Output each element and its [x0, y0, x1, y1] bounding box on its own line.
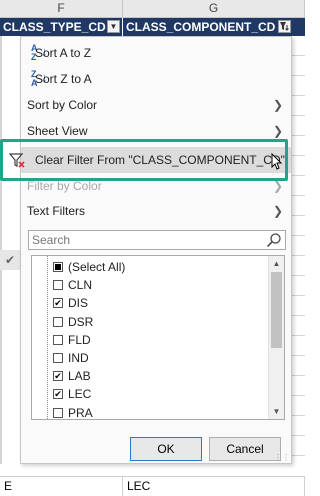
- list-item-label: IND: [68, 351, 89, 365]
- list-item-label: PRA: [68, 405, 93, 420]
- list-item-label: DSR: [68, 314, 94, 329]
- grid-column-right: [290, 36, 305, 464]
- ok-button[interactable]: OK: [130, 437, 202, 461]
- chevron-right-icon: ❯: [272, 98, 283, 112]
- scrollbar-thumb[interactable]: [271, 272, 282, 348]
- header-cell-class-component-cd[interactable]: CLASS_COMPONENT_CD: [123, 18, 305, 36]
- scroll-down-arrow-icon[interactable]: ▼: [269, 404, 284, 419]
- list-item[interactable]: LEC: [32, 385, 268, 403]
- filter-search-box[interactable]: [28, 230, 286, 250]
- menu-item-label: Text Filters: [27, 204, 86, 218]
- chevron-right-icon: ❯: [272, 204, 283, 218]
- list-item[interactable]: CLN: [32, 276, 268, 294]
- filter-dropdown-button[interactable]: ▼: [107, 20, 120, 33]
- active-filter-button[interactable]: [278, 20, 291, 33]
- cancel-button[interactable]: Cancel: [209, 437, 281, 461]
- cell-g-bottom[interactable]: LEC: [123, 476, 305, 496]
- checkbox[interactable]: [53, 353, 63, 363]
- checkbox[interactable]: [53, 298, 63, 309]
- list-item[interactable]: FLD: [32, 331, 268, 349]
- list-item-label: DIS: [68, 296, 89, 311]
- list-item[interactable]: (Select All): [32, 258, 268, 276]
- highlight-frame: [0, 139, 288, 181]
- list-item-label: CLN: [68, 278, 93, 293]
- list-item-label: FLD: [68, 332, 91, 347]
- checkbox[interactable]: [53, 316, 63, 327]
- column-header-f[interactable]: F: [0, 0, 123, 18]
- checkbox[interactable]: [53, 389, 63, 400]
- list-item[interactable]: DIS: [32, 294, 268, 312]
- search-icon[interactable]: [266, 232, 282, 248]
- row-selector-check-icon: ✔: [0, 250, 20, 270]
- list-item-label: LEC: [68, 387, 92, 402]
- list-item[interactable]: PRA: [32, 404, 268, 420]
- search-input[interactable]: [29, 231, 259, 249]
- list-item[interactable]: IND: [32, 349, 268, 367]
- autofilter-menu: A Z ↓ Sort A to Z Z A ↓ Sort Z to A Sort by …: [8, 36, 292, 464]
- menu-item-text-filters[interactable]: Text Filters ❯: [21, 199, 291, 223]
- list-item-label: LAB: [68, 369, 91, 384]
- header-cell-label: CLASS_COMPONENT_CD: [126, 20, 276, 34]
- scroll-up-arrow-icon[interactable]: ▲: [269, 256, 284, 271]
- resize-grip-icon[interactable]: ⋮⋮: [274, 453, 290, 462]
- filter-applied-icon: [280, 22, 289, 31]
- column-header-g[interactable]: G: [123, 0, 305, 18]
- list-scrollbar[interactable]: ▲ ▼: [268, 256, 284, 419]
- menu-item-sort-by-color[interactable]: Sort by Color ❯: [21, 93, 291, 117]
- list-item[interactable]: DSR: [32, 313, 268, 331]
- checkbox[interactable]: [53, 371, 63, 382]
- checkbox[interactable]: [53, 280, 63, 291]
- menu-item-sort-a-to-z[interactable]: A Z ↓ Sort A to Z: [21, 41, 291, 65]
- checkbox[interactable]: [53, 334, 63, 345]
- menu-item-label: Sort A to Z: [35, 46, 92, 60]
- list-item-label: (Select All): [68, 260, 126, 274]
- cell-f-bottom[interactable]: E: [0, 476, 123, 496]
- header-cell-label: CLASS_TYPE_CD: [3, 20, 106, 34]
- list-item[interactable]: LAB: [32, 367, 268, 385]
- menu-item-sort-z-to-a[interactable]: Z A ↓ Sort Z to A: [21, 67, 291, 91]
- checkbox[interactable]: [53, 407, 63, 418]
- checkbox[interactable]: [53, 262, 63, 272]
- filter-values-list[interactable]: (Select All) CLN DIS DSR FLD IND LAB LEC PRA ▲ ▼: [31, 255, 285, 420]
- menu-item-label: Sort Z to A: [35, 72, 92, 86]
- menu-item-label: Sort by Color: [27, 98, 98, 112]
- header-cell-class-type-cd[interactable]: CLASS_TYPE_CD ▼: [0, 18, 123, 36]
